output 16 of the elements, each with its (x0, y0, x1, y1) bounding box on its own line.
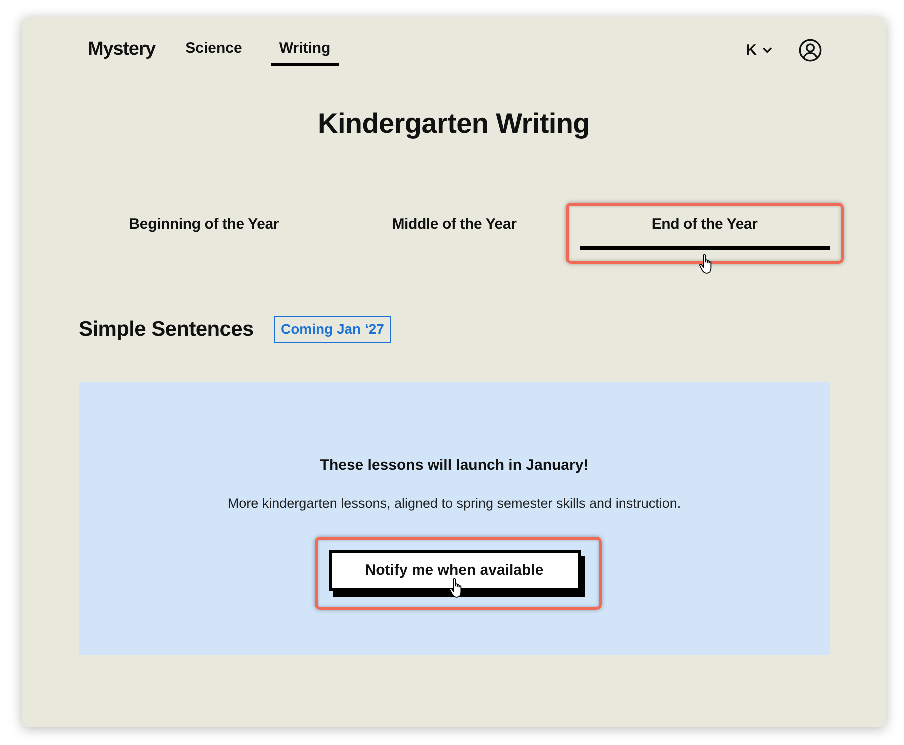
notice-text: More kindergarten lessons, aligned to spring semester skills and instruction. (226, 495, 682, 513)
nav-link[interactable]: Writing (271, 39, 339, 66)
tab[interactable]: Beginning of the Year (79, 215, 330, 250)
user-icon[interactable] (799, 39, 822, 62)
logo[interactable]: Mystery (88, 40, 156, 60)
notice-heading: These lessons will launch in January! (319, 456, 590, 476)
section-heading: Simple Sentences (79, 318, 254, 342)
hand-cursor-icon (698, 254, 714, 275)
chevron-down-icon (762, 47, 773, 54)
nav-link[interactable]: Science (178, 39, 250, 66)
tab[interactable]: Middle of the Year (329, 215, 580, 250)
hand-cursor-icon (448, 578, 464, 599)
coming-soon-badge: Coming Jan ‘27 (274, 316, 392, 343)
tab[interactable]: End of the Year (580, 215, 830, 250)
grade-dropdown[interactable]: K (746, 42, 773, 59)
page-title: Kindergarten Writing (317, 107, 591, 141)
